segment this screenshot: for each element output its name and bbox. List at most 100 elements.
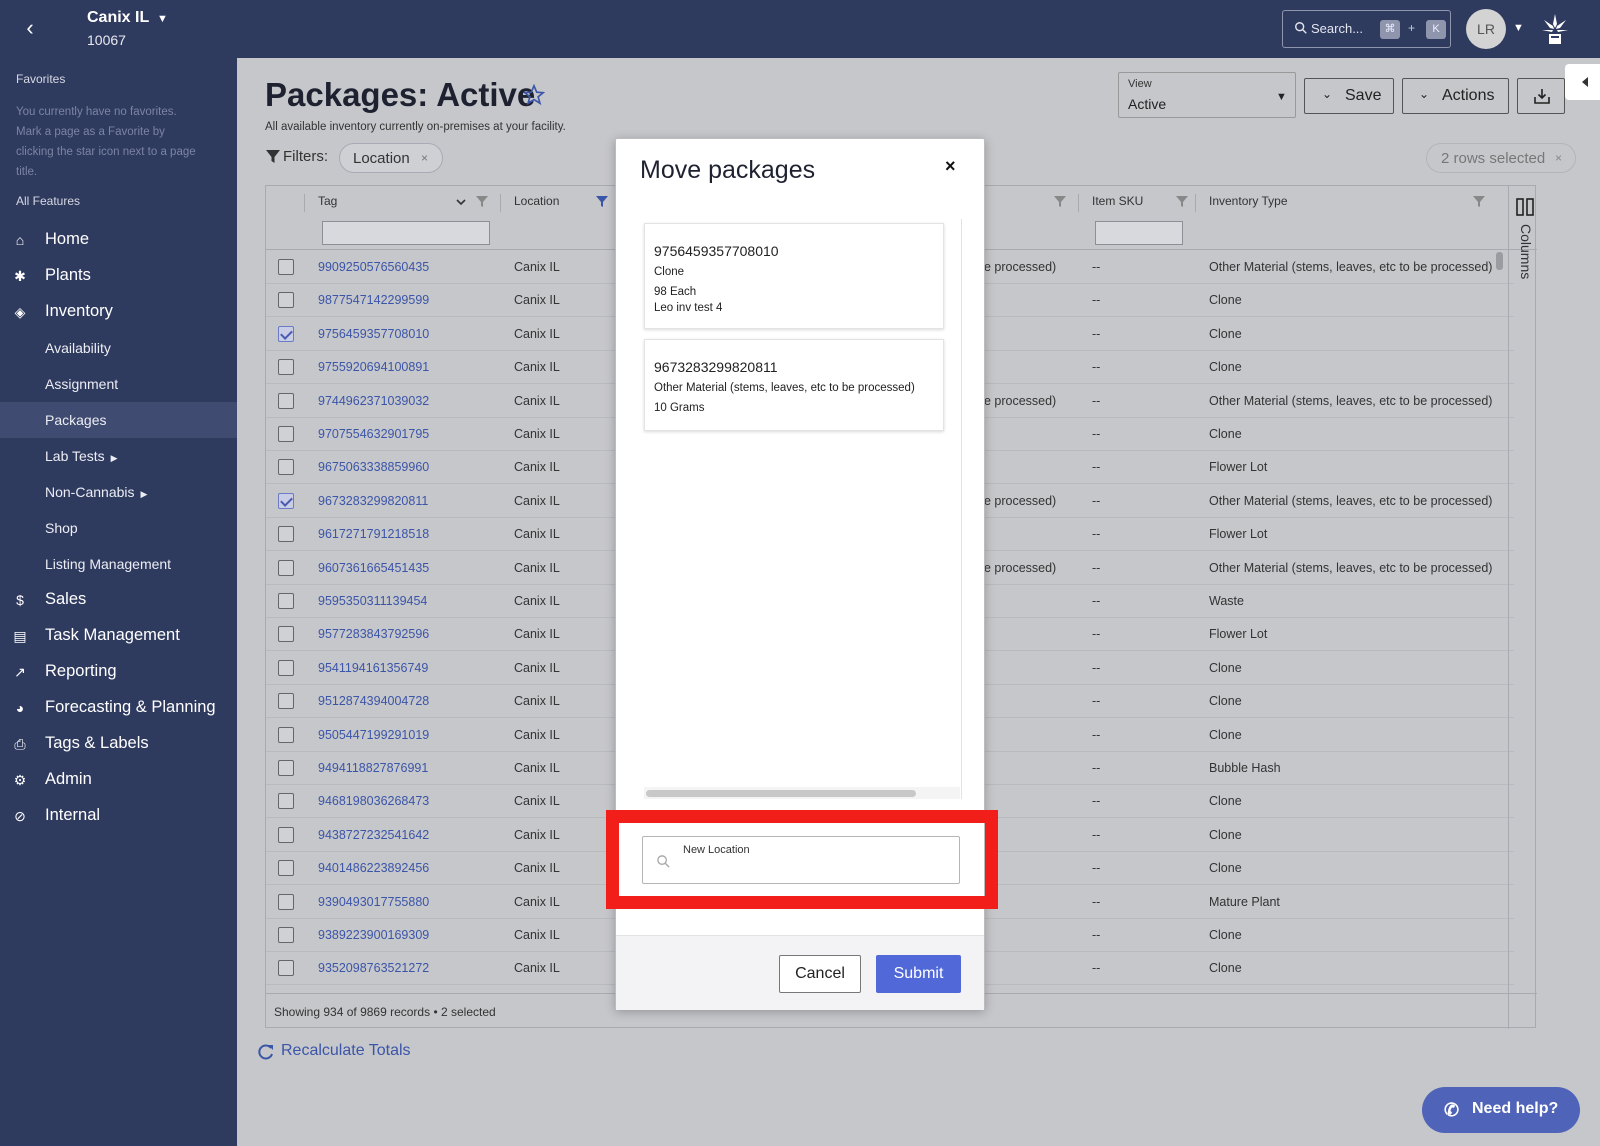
row-tag-link[interactable]: 9607361665451435 (318, 561, 429, 575)
row-checkbox[interactable] (278, 760, 294, 776)
row-tag-link[interactable]: 9541194161356749 (318, 661, 428, 675)
row-tag-link[interactable]: 9468198036268473 (318, 794, 429, 808)
row-checkbox[interactable] (278, 259, 294, 275)
column-filter-icon[interactable] (1054, 196, 1066, 208)
column-header-location[interactable]: Location (514, 194, 559, 208)
row-checkbox[interactable] (278, 359, 294, 376)
row-checkbox[interactable] (278, 459, 294, 476)
column-header-item-sku[interactable]: Item SKU (1092, 194, 1143, 208)
submit-button[interactable]: Submit (876, 955, 961, 993)
row-tag-link[interactable]: 9595350311139454 (318, 594, 427, 608)
row-checkbox[interactable] (278, 492, 294, 509)
recalculate-totals-link[interactable]: Recalculate Totals (281, 1042, 411, 1060)
close-icon[interactable]: × (945, 156, 956, 177)
row-checkbox[interactable] (278, 626, 294, 643)
vertical-scrollbar[interactable] (1494, 250, 1506, 992)
user-avatar[interactable]: LR (1466, 9, 1506, 49)
sidebar-item-sales[interactable]: $ Sales (0, 582, 237, 618)
row-tag-link[interactable]: 9352098763521272 (318, 961, 429, 975)
row-tag-link[interactable]: 9877547142299599 (318, 293, 429, 307)
row-tag-link[interactable]: 9389223900169309 (318, 928, 429, 942)
row-checkbox[interactable] (278, 593, 294, 609)
sidebar-item-packages[interactable]: Packages (0, 402, 237, 438)
row-tag-link[interactable]: 9577283843792596 (318, 627, 429, 641)
cancel-button[interactable]: Cancel (779, 955, 861, 993)
row-checkbox[interactable] (278, 927, 294, 943)
collapse-panel-tab[interactable] (1565, 64, 1600, 100)
row-tag-link[interactable]: 9505447199291019 (318, 728, 429, 742)
column-filter-icon[interactable] (1176, 196, 1188, 208)
row-tag-link[interactable]: 9755920694100891 (318, 360, 429, 374)
sidebar-item-task-management[interactable]: ▤ Task Management (0, 618, 237, 654)
row-checkbox[interactable] (278, 826, 294, 843)
row-checkbox[interactable] (278, 292, 294, 309)
row-tag-link[interactable]: 9390493017755880 (318, 895, 429, 909)
row-tag-link[interactable]: 9744962371039032 (318, 394, 429, 408)
sidebar-item-lab-tests[interactable]: Lab Tests ▶ (0, 438, 237, 474)
row-tag-link[interactable]: 9401486223892456 (318, 861, 429, 875)
need-help-button[interactable]: ✆ Need help? (1422, 1087, 1580, 1133)
sidebar-item-admin[interactable]: ⚙ Admin (0, 762, 237, 798)
column-filter-active-icon[interactable] (596, 196, 608, 208)
horizontal-scrollbar[interactable] (644, 787, 960, 799)
row-tag-link[interactable]: 9438727232541642 (318, 828, 429, 842)
user-menu-caret-icon[interactable]: ▼ (1513, 22, 1524, 34)
back-arrow-icon[interactable]: ‹ (18, 16, 42, 40)
rows-selected-chip[interactable]: 2 rows selected × (1426, 143, 1576, 173)
clear-selection-icon[interactable]: × (1555, 151, 1562, 165)
column-filter-icon[interactable] (476, 196, 488, 208)
row-checkbox[interactable] (278, 559, 294, 576)
sidebar-item-plants[interactable]: ✱ Plants (0, 258, 237, 294)
sidebar-item-shop[interactable]: Shop (0, 510, 237, 546)
row-checkbox[interactable] (278, 426, 294, 442)
remove-filter-icon[interactable]: × (421, 151, 428, 165)
row-tag-link[interactable]: 9617271791218518 (318, 527, 429, 541)
canix-leaf-logo-icon[interactable] (1540, 12, 1570, 46)
row-tag-link[interactable]: 9494118827876991 (318, 761, 428, 775)
row-checkbox[interactable] (278, 960, 294, 977)
refresh-icon[interactable] (257, 1043, 275, 1061)
row-checkbox[interactable] (278, 526, 294, 543)
sidebar-item-tags-labels[interactable]: ⎙ Tags & Labels (0, 726, 237, 762)
column-filter-icon[interactable] (1473, 196, 1485, 208)
row-checkbox[interactable] (278, 392, 294, 409)
column-header-tag[interactable]: Tag (318, 194, 337, 208)
scrollbar-thumb[interactable] (646, 790, 916, 797)
row-checkbox[interactable] (278, 659, 294, 676)
view-select[interactable]: View Active ▼ (1118, 72, 1296, 118)
sidebar-item-reporting[interactable]: ↗ Reporting (0, 654, 237, 690)
save-button[interactable]: ⌄ Save (1304, 78, 1394, 114)
row-checkbox[interactable] (278, 726, 294, 743)
global-search[interactable]: Search... ⌘ + K (1282, 10, 1451, 48)
sidebar-item-forecasting[interactable]: ◕ Forecasting & Planning (0, 690, 237, 726)
actions-button[interactable]: ⌄ Actions (1402, 78, 1509, 114)
item-sku-filter-input[interactable] (1095, 221, 1183, 245)
row-checkbox[interactable] (278, 860, 294, 877)
row-tag-link[interactable]: 9512874394004728 (318, 694, 429, 708)
row-tag-link[interactable]: 9673283299820811 (318, 494, 428, 508)
sidebar-item-inventory[interactable]: ◈ Inventory (0, 294, 237, 330)
tag-filter-input[interactable] (322, 221, 490, 245)
row-checkbox[interactable] (278, 893, 294, 910)
columns-side-panel[interactable]: Columns (1508, 186, 1536, 1029)
sidebar-item-home[interactable]: ⌂ Home (0, 222, 237, 258)
row-tag-link[interactable]: 9756459357708010 (318, 327, 429, 341)
export-button[interactable] (1517, 78, 1565, 114)
row-checkbox[interactable] (278, 793, 294, 810)
sidebar-item-internal[interactable]: ⊘ Internal (0, 798, 237, 834)
sort-chevron-icon[interactable] (455, 196, 467, 208)
scrollbar-thumb[interactable] (1496, 252, 1503, 270)
row-tag-link[interactable]: 9909250576560435 (318, 260, 429, 274)
row-checkbox[interactable] (278, 325, 294, 342)
selected-packages-list[interactable]: 9756459357708010 Clone 98 Each Leo inv t… (640, 219, 962, 799)
facility-dropdown-icon[interactable]: ▼ (157, 13, 168, 25)
filter-chip-location[interactable]: Location × (339, 143, 443, 173)
row-tag-link[interactable]: 9707554632901795 (318, 427, 429, 441)
facility-name[interactable]: Canix IL (87, 9, 149, 27)
sidebar-item-non-cannabis[interactable]: Non-Cannabis ▶ (0, 474, 237, 510)
sidebar-item-listing-management[interactable]: Listing Management (0, 546, 237, 582)
row-checkbox[interactable] (278, 693, 294, 710)
favorite-star-icon[interactable] (523, 84, 545, 106)
column-header-inventory-type[interactable]: Inventory Type (1209, 194, 1288, 208)
sidebar-item-availability[interactable]: Availability (0, 330, 237, 366)
